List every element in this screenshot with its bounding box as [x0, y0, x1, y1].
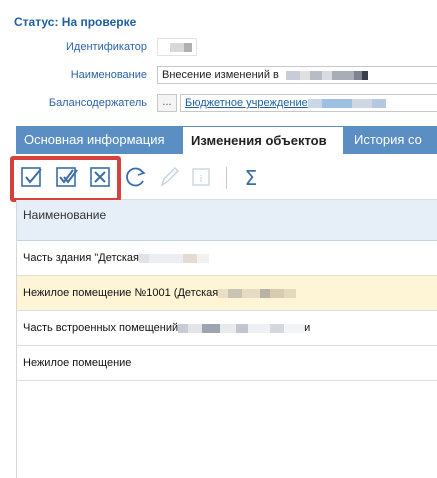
row-name-text: Часть встроенных помещений	[23, 322, 179, 334]
tab-object-changes[interactable]: Изменения объектов	[182, 126, 344, 154]
holder-label: Балансодержатель	[48, 97, 147, 109]
holder-link[interactable]: Бюджетное учреждение	[180, 94, 437, 112]
table-row-selected[interactable]: Нежилое помещение №1001 (Детская	[17, 276, 437, 311]
row-name-text: Часть здания "Детская	[23, 252, 139, 264]
sum-symbol: Σ	[245, 166, 258, 190]
objects-grid: Наименование Часть здания "Детская Нежил…	[16, 200, 437, 478]
row-name: Часть здания "Детская	[23, 252, 209, 264]
row-name-text: Нежилое помещение	[23, 357, 132, 369]
table-row[interactable]: Часть встроенных помещений и	[17, 311, 437, 346]
name-field[interactable]: Внесение изменений в	[157, 66, 437, 84]
tab-bar: Основная информация Изменения объектов И…	[16, 126, 437, 154]
sum-icon[interactable]: Σ	[238, 164, 264, 190]
holder-lookup-button[interactable]: ...	[157, 94, 177, 112]
column-name-header: Наименование	[23, 208, 107, 222]
info-icon[interactable]: i	[188, 164, 214, 190]
toolbar-separator	[226, 167, 227, 189]
row-name-suffix: и	[304, 322, 311, 334]
edit-pencil-icon[interactable]	[156, 164, 182, 190]
tab-main-info[interactable]: Основная информация	[16, 126, 182, 154]
refresh-icon[interactable]	[122, 164, 148, 190]
row-name: Нежилое помещение №1001 (Детская	[23, 287, 297, 299]
highlight-box	[10, 156, 121, 202]
status-label: Статус: На проверке	[14, 15, 137, 29]
tab-history[interactable]: История со	[346, 126, 437, 154]
holder-link-text[interactable]: Бюджетное учреждение	[185, 97, 308, 109]
identifier-label: Идентификатор	[66, 41, 147, 53]
row-name: Часть встроенных помещений и	[23, 322, 310, 334]
column-header[interactable]: Наименование	[17, 200, 437, 241]
row-name-text: Нежилое помещение №1001 (Детская	[23, 287, 219, 299]
table-row[interactable]: Часть здания "Детская	[17, 241, 437, 276]
row-name: Нежилое помещение	[23, 357, 131, 369]
name-label: Наименование	[70, 69, 147, 81]
identifier-field[interactable]	[157, 38, 197, 56]
table-row[interactable]: Нежилое помещение	[17, 346, 437, 381]
name-field-value: Внесение изменений в	[162, 69, 279, 81]
info-symbol: i	[199, 173, 202, 185]
